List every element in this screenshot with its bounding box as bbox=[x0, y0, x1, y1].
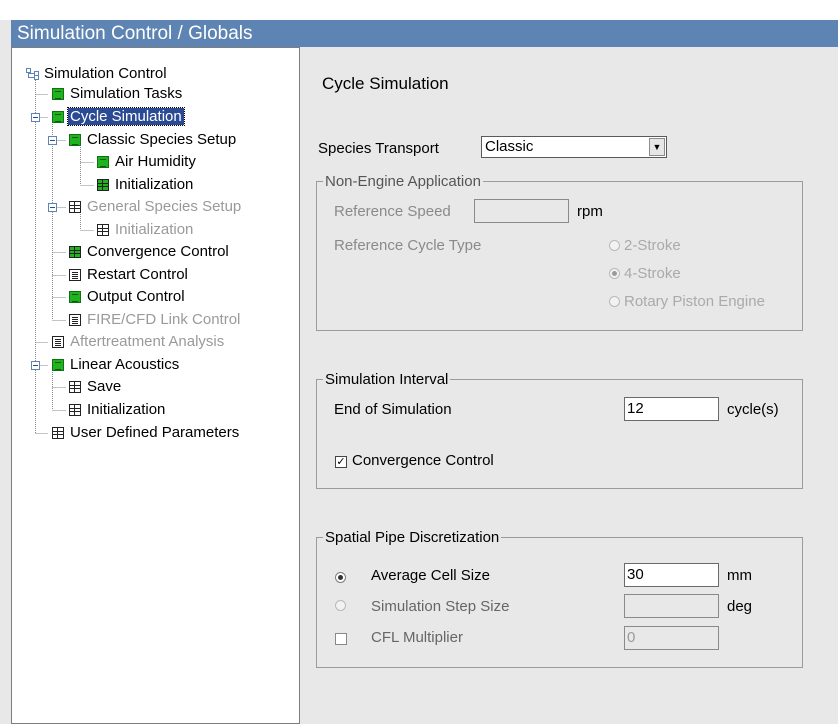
tree-item-save[interactable]: Save bbox=[69, 377, 123, 397]
table-icon bbox=[69, 381, 81, 393]
task-icon bbox=[52, 88, 64, 100]
end-of-simulation-unit: cycle(s) bbox=[727, 401, 779, 418]
cfl-multiplier-label: CFL Multiplier bbox=[371, 629, 463, 646]
tree-item-simulation-tasks[interactable]: Simulation Tasks bbox=[52, 84, 184, 104]
reference-speed-input[interactable] bbox=[474, 199, 569, 223]
collapse-icon[interactable] bbox=[48, 136, 57, 145]
tree-item-label: Convergence Control bbox=[87, 243, 229, 260]
end-of-simulation-label: End of Simulation bbox=[334, 401, 452, 418]
document-icon bbox=[69, 314, 81, 326]
document-icon bbox=[69, 269, 81, 281]
cfl-multiplier-input[interactable]: 0 bbox=[624, 626, 719, 650]
tree-item-initialization[interactable]: Initialization bbox=[97, 175, 195, 195]
collapse-icon[interactable] bbox=[31, 361, 40, 370]
group-legend: Simulation Interval bbox=[325, 371, 449, 388]
page-title: Cycle Simulation bbox=[322, 74, 449, 93]
tree-item-label: Cycle Simulation bbox=[67, 107, 185, 126]
tree-item-output-control[interactable]: Output Control bbox=[69, 287, 187, 307]
radio-label: Rotary Piston Engine bbox=[624, 293, 765, 310]
chevron-down-icon[interactable]: ▼ bbox=[649, 138, 665, 156]
tree-item-initialization-acoustics[interactable]: Initialization bbox=[69, 400, 167, 420]
tree-item-label: FIRE/CFD Link Control bbox=[87, 311, 241, 328]
radio-simulation-step-size[interactable] bbox=[335, 600, 346, 611]
tree-item-label: Simulation Control bbox=[44, 65, 167, 82]
tree-item-label: Restart Control bbox=[87, 266, 188, 283]
tree-item-label: Simulation Tasks bbox=[70, 85, 183, 102]
tree-item-initialization-general[interactable]: Initialization bbox=[97, 220, 195, 240]
species-transport-select[interactable]: Classic ▼ bbox=[481, 136, 667, 158]
task-icon bbox=[52, 359, 64, 371]
tree-item-aftertreatment-analysis[interactable]: Aftertreatment Analysis bbox=[52, 332, 226, 352]
table-icon bbox=[69, 201, 81, 213]
tree-item-air-humidity[interactable]: Air Humidity bbox=[97, 152, 198, 172]
tree-item-label: User Defined Parameters bbox=[70, 424, 240, 441]
task-icon bbox=[52, 111, 64, 123]
window-title: Simulation Control / Globals bbox=[11, 20, 838, 47]
simulation-step-size-input[interactable] bbox=[624, 594, 719, 618]
tree-item-general-species-setup[interactable]: General Species Setup bbox=[69, 197, 243, 217]
table-icon bbox=[97, 224, 109, 236]
tree-item-user-defined-parameters[interactable]: User Defined Parameters bbox=[52, 423, 241, 443]
tree-item-fire-cfd-link-control[interactable]: FIRE/CFD Link Control bbox=[69, 310, 242, 330]
tree-item-label: General Species Setup bbox=[87, 198, 242, 215]
tree-item-label: Initialization bbox=[87, 401, 166, 418]
tree-item-label: Initialization bbox=[115, 176, 194, 193]
table-icon bbox=[69, 246, 81, 258]
average-cell-size-unit: mm bbox=[727, 567, 752, 584]
group-legend: Spatial Pipe Discretization bbox=[325, 529, 500, 546]
group-legend: Non-Engine Application bbox=[325, 173, 481, 190]
simulation-control-window: Simulation Control / Globals Simulation … bbox=[0, 0, 838, 724]
tree-item-label: Initialization bbox=[115, 221, 194, 238]
table-icon bbox=[69, 404, 81, 416]
simulation-step-size-label: Simulation Step Size bbox=[371, 598, 510, 615]
radio-label: 4-Stroke bbox=[624, 265, 681, 282]
tree-item-linear-acoustics[interactable]: Linear Acoustics bbox=[52, 355, 181, 375]
task-icon bbox=[69, 291, 81, 303]
average-cell-size-input[interactable]: 30 bbox=[624, 563, 719, 587]
average-cell-size-label: Average Cell Size bbox=[371, 567, 490, 584]
collapse-icon[interactable] bbox=[48, 203, 57, 212]
tree-item-label: Save bbox=[87, 378, 122, 395]
radio-4-stroke[interactable] bbox=[609, 268, 620, 279]
tree-item-classic-species-setup[interactable]: Classic Species Setup bbox=[69, 130, 238, 150]
radio-2-stroke[interactable] bbox=[609, 240, 620, 251]
navigation-tree[interactable]: Simulation Control Simulation Tasks Cycl… bbox=[11, 47, 300, 724]
tree-item-label: Linear Acoustics bbox=[70, 356, 180, 373]
collapse-icon[interactable] bbox=[31, 113, 40, 122]
radio-average-cell-size[interactable] bbox=[335, 572, 346, 583]
simulation-interval-group: Simulation Interval bbox=[316, 371, 803, 489]
reference-speed-label: Reference Speed bbox=[334, 203, 451, 220]
simulation-step-size-unit: deg bbox=[727, 598, 753, 615]
tree-item-cycle-simulation[interactable]: Cycle Simulation bbox=[52, 107, 185, 127]
tree-item-restart-control[interactable]: Restart Control bbox=[69, 265, 190, 285]
document-icon bbox=[52, 336, 64, 348]
species-transport-value: Classic bbox=[485, 138, 534, 155]
table-icon bbox=[52, 427, 64, 439]
cfl-multiplier-checkbox[interactable] bbox=[335, 633, 347, 645]
tree-item-label: Aftertreatment Analysis bbox=[70, 333, 225, 350]
convergence-control-label: Convergence Control bbox=[352, 452, 494, 469]
reference-speed-unit: rpm bbox=[577, 203, 603, 220]
radio-rotary-piston-engine[interactable] bbox=[609, 296, 620, 307]
left-border-strip bbox=[0, 20, 11, 724]
hierarchy-icon bbox=[26, 68, 39, 80]
table-icon bbox=[97, 179, 109, 191]
reference-cycle-type-label: Reference Cycle Type bbox=[334, 237, 482, 254]
end-of-simulation-input[interactable]: 12 bbox=[624, 397, 719, 421]
tree-item-label: Classic Species Setup bbox=[87, 131, 237, 148]
tree-item-label: Output Control bbox=[87, 288, 185, 305]
radio-label: 2-Stroke bbox=[624, 237, 681, 254]
tree-item-label: Air Humidity bbox=[115, 153, 196, 170]
convergence-control-checkbox[interactable]: ✓ bbox=[335, 456, 347, 468]
species-transport-label: Species Transport bbox=[318, 140, 439, 157]
tree-item-simulation-control[interactable]: Simulation Control bbox=[26, 64, 169, 84]
task-icon bbox=[97, 156, 109, 168]
task-icon bbox=[69, 134, 81, 146]
tree-item-convergence-control[interactable]: Convergence Control bbox=[69, 242, 231, 262]
